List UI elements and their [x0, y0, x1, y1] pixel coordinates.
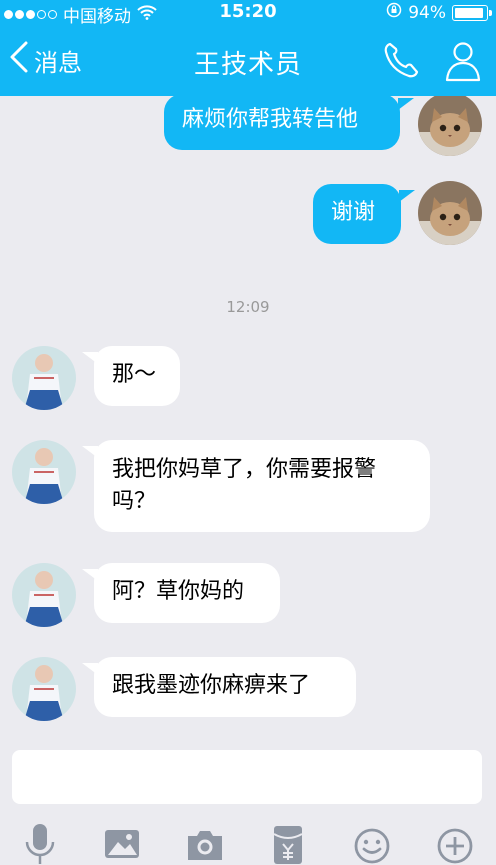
image-icon: [102, 830, 142, 865]
status-bar: 中国移动 15:20 94%: [0, 0, 496, 27]
microphone-icon: [20, 824, 60, 865]
person-icon: [444, 42, 482, 86]
message-input[interactable]: [12, 750, 482, 804]
message-text: 跟我墨迹你麻痹来了: [112, 673, 311, 698]
message-text: 那～: [112, 362, 157, 387]
message-text: 麻烦你帮我转告他: [182, 107, 359, 132]
status-right: 94%: [386, 2, 492, 23]
emoji-button[interactable]: [352, 822, 392, 864]
my-avatar[interactable]: [418, 181, 482, 245]
plus-icon: [435, 828, 475, 865]
message-bubble-incoming[interactable]: 跟我墨迹你麻痹来了: [94, 657, 356, 717]
phone-icon: [382, 42, 420, 84]
input-toolbar: [0, 822, 496, 865]
message-bubble-incoming[interactable]: 阿？草你妈的: [94, 563, 280, 623]
call-button[interactable]: [382, 40, 420, 84]
message-bubble-incoming[interactable]: 那～: [94, 346, 180, 406]
bubble-tail: [398, 98, 414, 110]
contact-avatar[interactable]: [12, 563, 76, 627]
page-title: 王技术员: [193, 50, 302, 80]
nav-bar: 消息 王技术员: [0, 26, 496, 96]
message-text: 我把你妈草了，你需要报警: [112, 457, 377, 482]
bubble-tail: [399, 190, 415, 202]
voice-button[interactable]: [20, 822, 60, 864]
battery-percent: 94%: [408, 2, 446, 23]
my-avatar[interactable]: [418, 96, 482, 156]
contact-avatar[interactable]: [12, 346, 76, 410]
more-button[interactable]: [435, 822, 475, 864]
red-packet-button[interactable]: [268, 822, 308, 864]
camera-button[interactable]: [185, 822, 225, 864]
camera-icon: [185, 831, 225, 865]
red-packet-icon: [268, 826, 308, 865]
battery-fill: [455, 7, 484, 18]
message-list[interactable]: 麻烦你帮我转告他 谢谢 12:09 那～ 我把你妈草了，你需要报警 吗？ 阿？草…: [0, 96, 496, 746]
input-bar: [0, 746, 496, 865]
message-text: 吗？: [112, 489, 157, 514]
message-timestamp: 12:09: [226, 298, 270, 316]
message-bubble-outgoing[interactable]: 麻烦你帮我转告他: [164, 96, 400, 150]
profile-button[interactable]: [444, 40, 482, 86]
contact-avatar[interactable]: [12, 440, 76, 504]
chat-screen: 中国移动 15:20 94% 消息 王技术员 麻烦你帮我转告他 谢谢 12:09…: [0, 0, 496, 865]
message-bubble-outgoing[interactable]: 谢谢: [313, 184, 401, 244]
top-bar: 中国移动 15:20 94% 消息 王技术员: [0, 0, 496, 96]
emoji-icon: [352, 828, 392, 865]
message-text: 阿？草你妈的: [112, 579, 245, 604]
message-bubble-incoming[interactable]: 我把你妈草了，你需要报警 吗？: [94, 440, 430, 532]
message-text: 谢谢: [331, 200, 376, 225]
image-button[interactable]: [102, 822, 142, 864]
battery-icon: [452, 4, 492, 21]
contact-avatar[interactable]: [12, 657, 76, 721]
orientation-lock-icon: [386, 2, 402, 23]
